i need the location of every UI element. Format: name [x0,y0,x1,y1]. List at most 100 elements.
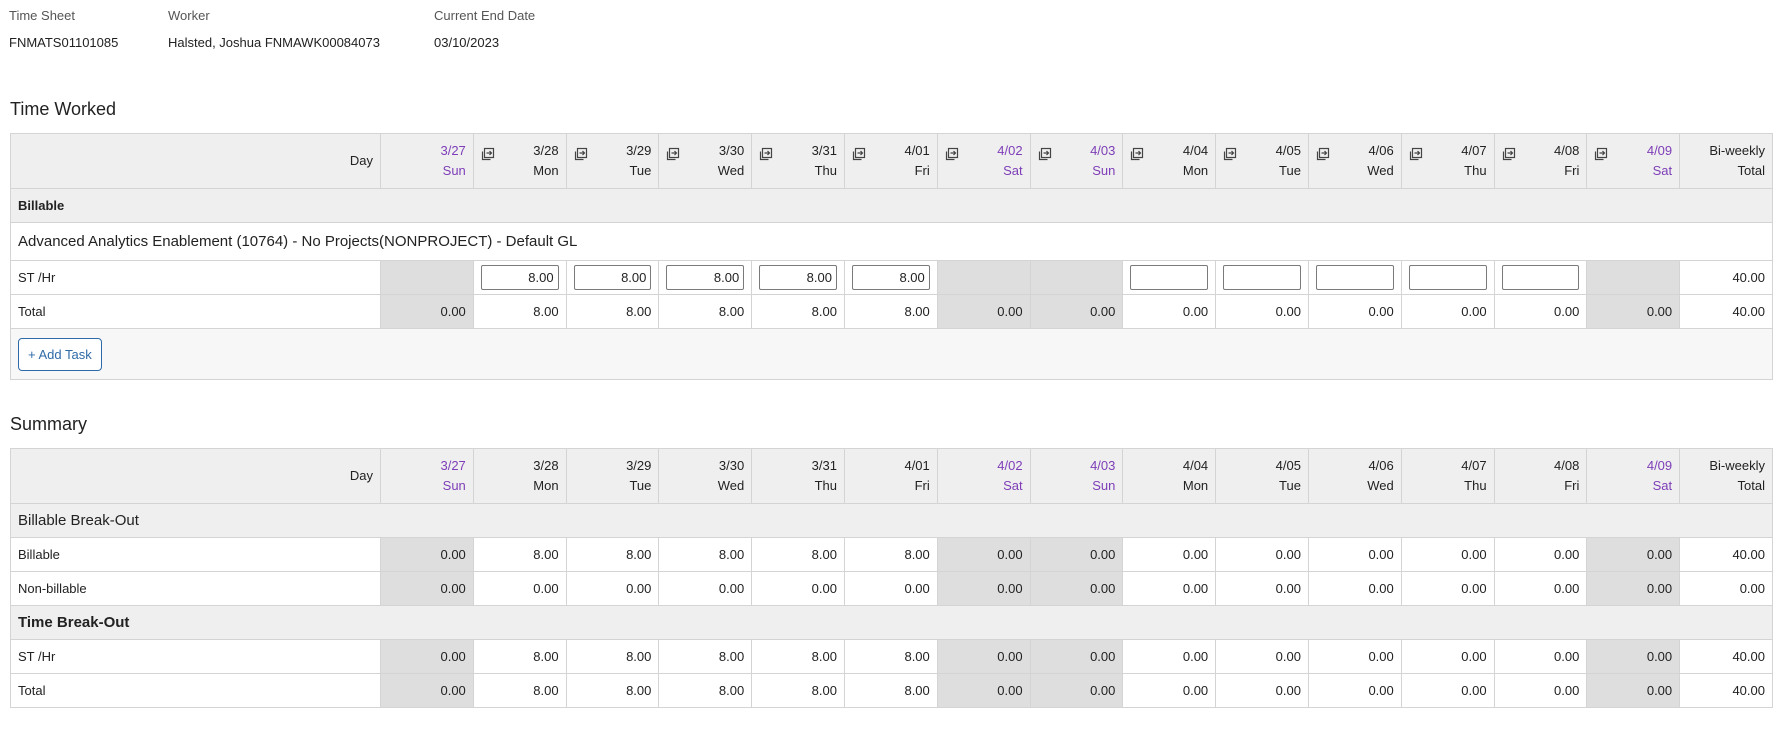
day-column-header: 3/28 Mon [472,448,567,504]
day-date: 3/30 [718,458,745,473]
copy-day-icon[interactable] [945,147,959,161]
hours-cell: 0.00 [1586,294,1681,329]
hours-cell: 0.00 [1586,537,1681,572]
hours-input[interactable] [1315,265,1394,290]
hours-cell: 0.00 [1029,571,1124,606]
hours-cell: 0.00 [1493,294,1588,329]
hours-cell: 0.00 [1493,571,1588,606]
disabled-hours-cell [1586,260,1681,295]
disabled-hours-cell [380,260,474,295]
day-of-week: Sun [1092,163,1116,178]
summary-section-title: Billable Break-Out [10,503,1773,538]
hours-input[interactable] [1223,265,1301,290]
hours-cell: 0.00 [1493,537,1588,572]
hours-input[interactable] [851,265,930,290]
row-total: 40.00 [1679,639,1773,674]
hours-cell: 0.00 [1307,673,1402,708]
hours-input[interactable] [480,265,559,290]
hours-cell: 0.00 [1586,673,1681,708]
hours-cell: 8.00 [658,639,753,674]
hours-input[interactable] [666,265,745,290]
day-header-content: 4/03 Sun [1038,456,1115,496]
add-task-button[interactable]: + Add Task [18,337,102,371]
row-label: Non-billable [10,571,381,606]
hours-cell: 8.00 [751,673,845,708]
day-header-content: 4/05 Tue [1223,141,1301,181]
copy-day-icon[interactable] [1502,147,1516,161]
day-column-header: 4/06 Wed [1307,448,1402,504]
end-date-block: Current End Date 03/10/2023 [434,8,535,50]
day-header-content: 4/04 Mon [1130,456,1208,496]
copy-day-icon[interactable] [852,147,866,161]
hours-input[interactable] [573,265,652,290]
copy-day-icon[interactable] [1130,147,1144,161]
time-worked-title: Time Worked [10,99,117,119]
summary-row: Non-billable 0.00 0.00 0.00 0.00 0.00 0.00 0.00… [10,571,1773,606]
hours-cell: 0.00 [1307,294,1402,329]
copy-day-icon[interactable] [1316,147,1330,161]
hours-input[interactable] [1501,265,1580,290]
task-row: ST /Hr 40.00 [10,260,1773,295]
day-of-week: Mon [533,478,559,493]
copy-day-icon[interactable] [481,147,495,161]
day-of-week: Wed [717,163,745,178]
summary-row: Total 0.00 8.00 8.00 8.00 8.00 8.00 0.00 0.00 0.0… [10,673,1773,708]
hours-input[interactable] [759,265,837,290]
disabled-hours-cell [936,260,1031,295]
biweekly-total-header: Bi-weekly Total [1679,448,1773,504]
hours-cell: 0.00 [380,639,474,674]
day-header-content: 3/29 Tue [574,456,651,496]
hours-cell: 0.00 [1307,639,1402,674]
day-header-content: 3/28 Mon [481,141,559,181]
day-column-header: 3/30 Wed [658,133,753,189]
day-header-content: 4/02 Sat [945,141,1023,181]
hours-cell: 0.00 [1215,571,1309,606]
hours-cell: 8.00 [658,294,753,329]
hours-cell: 0.00 [1400,571,1495,606]
hours-cell: 0.00 [1400,294,1495,329]
copy-day-icon[interactable] [1594,147,1608,161]
row-label: Billable [10,537,381,572]
hours-cell: 8.00 [565,673,660,708]
day-date: 3/27 [440,143,466,158]
hours-cell: 8.00 [472,639,567,674]
day-header-content: 4/09 Sat [1594,141,1672,181]
hours-cell: 0.00 [1122,673,1217,708]
day-of-week: Sat [1003,163,1023,178]
hours-cell: 8.00 [843,294,938,329]
day-header-content: 3/30 Wed [666,141,744,181]
add-task-cell: + Add Task [10,328,1773,380]
copy-day-icon[interactable] [759,147,773,161]
summary-row: ST /Hr 0.00 8.00 8.00 8.00 8.00 8.00 0.00 0.00 0.… [10,639,1773,674]
day-of-week: Tue [1279,163,1301,178]
day-of-week: Tue [629,163,652,178]
copy-day-icon[interactable] [574,147,588,161]
day-of-week: Fri [1564,163,1580,178]
copy-day-icon[interactable] [1223,147,1237,161]
row-label: ST /Hr [10,639,381,674]
hours-cell: 0.00 [1400,639,1495,674]
time-worked-table: Day 3/27 Sun 3/28 Mon 3/29 Tue 3/30 Wed 3/31 Thu 4… [10,133,1773,380]
hours-cell: 8.00 [472,673,567,708]
day-header-content: 3/27 Sun [388,456,466,496]
hours-cell: 8.00 [658,537,753,572]
day-column-header: Day [10,133,381,189]
day-date: 4/04 [1182,458,1209,473]
timesheet-value: FNMATS01101085 [9,35,119,50]
copy-day-icon[interactable] [666,147,680,161]
day-column-header: 4/02 Sat [936,448,1031,504]
worker-value: Halsted, Joshua FNMAWK00084073 [168,35,380,50]
day-column-header: 4/09 Sat [1586,133,1681,189]
day-of-week: Fri [914,163,930,178]
day-of-week: Sun [442,478,466,493]
copy-day-icon[interactable] [1038,147,1052,161]
copy-day-icon[interactable] [1409,147,1423,161]
hours-cell: 8.00 [751,537,845,572]
hours-cell: 0.00 [936,571,1031,606]
hours-cell: 8.00 [472,294,567,329]
hours-cell: 0.00 [936,537,1031,572]
day-column-header: 4/04 Mon [1122,133,1217,189]
day-header-content: 4/03 Sun [1038,141,1116,181]
hours-input[interactable] [1408,265,1487,290]
hours-input[interactable] [1130,265,1209,290]
